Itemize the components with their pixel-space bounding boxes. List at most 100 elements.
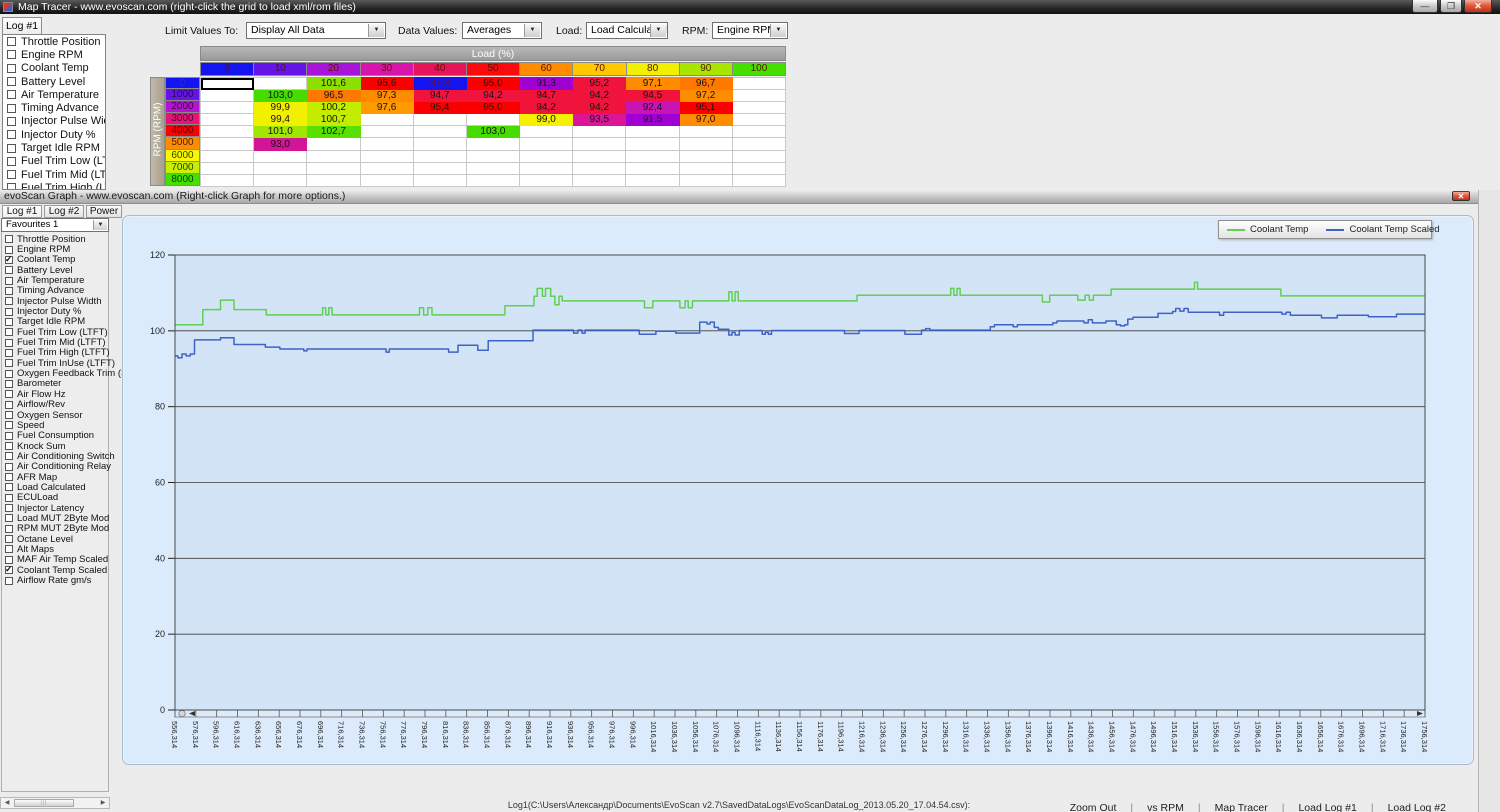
map-cell[interactable]: [573, 150, 626, 162]
map-cell[interactable]: [201, 138, 254, 150]
checkbox-icon[interactable]: [5, 525, 13, 533]
map-cell[interactable]: [732, 114, 785, 126]
chevron-down-icon[interactable]: ▼: [650, 24, 666, 37]
checkbox-icon[interactable]: [5, 256, 13, 264]
axis-scroll-right-icon[interactable]: [1417, 711, 1423, 716]
map-cell[interactable]: [307, 174, 360, 186]
map-parameter-item[interactable]: Target Idle RPM: [3, 141, 105, 154]
checkbox-icon[interactable]: [5, 359, 13, 367]
map-cell[interactable]: [360, 162, 413, 174]
coolant-temp-chart[interactable]: 020406080100120556,314576,314596,314616,…: [130, 250, 1440, 765]
map-cell[interactable]: [573, 138, 626, 150]
map-cell[interactable]: [360, 126, 413, 138]
checkbox-icon[interactable]: [5, 442, 13, 450]
map-cell[interactable]: 94,5: [626, 90, 679, 102]
map-cell[interactable]: [254, 174, 307, 186]
checkbox-icon[interactable]: [5, 235, 13, 243]
map-cell[interactable]: 96,5: [307, 90, 360, 102]
graph-parameter-item[interactable]: Fuel Trim High (LTFT): [2, 348, 108, 358]
graph-parameter-item[interactable]: Fuel Consumption: [2, 431, 108, 441]
checkbox-icon[interactable]: [5, 556, 13, 564]
checkbox-icon[interactable]: [5, 349, 13, 357]
checkbox-icon[interactable]: [5, 514, 13, 522]
map-cell[interactable]: 95,2: [573, 78, 626, 90]
map-cell[interactable]: [466, 162, 519, 174]
chevron-down-icon[interactable]: ▼: [93, 220, 107, 230]
checkbox-icon[interactable]: [5, 277, 13, 285]
graph-parameter-item[interactable]: Fuel Trim Low (LTFT): [2, 327, 108, 337]
map-cell[interactable]: [626, 162, 679, 174]
map-cell[interactable]: 101,0: [254, 126, 307, 138]
map-cell[interactable]: [201, 150, 254, 162]
map-cell[interactable]: 95,0: [466, 102, 519, 114]
graph-parameter-item[interactable]: AFR Map: [2, 472, 108, 482]
checkbox-icon[interactable]: [5, 401, 13, 409]
map-cell[interactable]: [679, 138, 732, 150]
graph-parameter-item[interactable]: Airflow/Rev: [2, 400, 108, 410]
map-parameter-item[interactable]: Throttle Position: [3, 35, 105, 48]
checkbox-icon[interactable]: [5, 494, 13, 502]
map-cell[interactable]: 91,5: [626, 114, 679, 126]
map-cell[interactable]: 91,3: [520, 78, 573, 90]
load-dropdown[interactable]: Load Calculated▼: [586, 22, 668, 39]
map-parameter-item[interactable]: Battery Level: [3, 75, 105, 88]
graph-parameter-item[interactable]: RPM MUT 2Byte Mod: [2, 524, 108, 534]
map-cell[interactable]: [254, 78, 307, 90]
checkbox-icon[interactable]: [7, 104, 16, 113]
checkbox-icon[interactable]: [5, 535, 13, 543]
map-tracer-titlebar[interactable]: Map Tracer - www.evoscan.com (right-clic…: [0, 0, 1500, 14]
map-cell[interactable]: [573, 162, 626, 174]
graph-parameter-item[interactable]: Air Conditioning Relay: [2, 462, 108, 472]
checkbox-icon[interactable]: [7, 37, 16, 46]
graph-parameter-item[interactable]: Fuel Trim Mid (LTFT): [2, 337, 108, 347]
graph-parameter-item[interactable]: Target Idle RPM: [2, 317, 108, 327]
map-cell[interactable]: 97,1: [626, 78, 679, 90]
checkbox-icon[interactable]: [5, 473, 13, 481]
map-cell[interactable]: [413, 150, 466, 162]
favourites-dropdown[interactable]: Favourites 1▼: [1, 218, 109, 232]
map-cell[interactable]: [732, 138, 785, 150]
map-cell[interactable]: [466, 138, 519, 150]
graph-parameter-item[interactable]: Fuel Trim InUse (LTFT): [2, 358, 108, 368]
map-parameter-item[interactable]: Injector Pulse Width: [3, 115, 105, 128]
checkbox-icon[interactable]: [7, 64, 16, 73]
graph-parameter-item[interactable]: Load Calculated: [2, 482, 108, 492]
map-cell[interactable]: [732, 150, 785, 162]
map-cell[interactable]: [520, 138, 573, 150]
graph-parameter-item[interactable]: Air Flow Hz: [2, 389, 108, 399]
footer-button-map-tracer[interactable]: Map Tracer: [1201, 802, 1282, 812]
map-cell[interactable]: 102,7: [307, 126, 360, 138]
map-cell[interactable]: [254, 162, 307, 174]
axis-scroll-left-icon[interactable]: [189, 711, 195, 716]
map-cell[interactable]: [413, 162, 466, 174]
close-button[interactable]: ✕: [1464, 0, 1492, 13]
map-cell[interactable]: 99,0: [520, 114, 573, 126]
checkbox-icon[interactable]: [5, 577, 13, 585]
checkbox-icon[interactable]: [7, 117, 16, 126]
map-cell[interactable]: 103,0: [466, 126, 519, 138]
checkbox-icon[interactable]: [5, 308, 13, 316]
map-cell[interactable]: 94,2: [466, 90, 519, 102]
graph-parameter-item[interactable]: Battery Level: [2, 265, 108, 275]
checkbox-icon[interactable]: [5, 339, 13, 347]
map-parameter-item[interactable]: Injector Duty %: [3, 128, 105, 141]
map-cell[interactable]: [732, 78, 785, 90]
graph-parameter-item[interactable]: Injector Latency: [2, 503, 108, 513]
map-parameter-item[interactable]: Fuel Trim Low (LTFT): [3, 155, 105, 168]
footer-button-load-log-1[interactable]: Load Log #1: [1284, 802, 1370, 812]
checkbox-icon[interactable]: [7, 144, 16, 153]
map-cell[interactable]: [413, 174, 466, 186]
footer-button-zoom-out[interactable]: Zoom Out: [1056, 802, 1131, 812]
map-cell[interactable]: [201, 90, 254, 102]
map-cell[interactable]: 95,4: [413, 102, 466, 114]
map-cell[interactable]: 95,6: [360, 78, 413, 90]
graph-parameter-item[interactable]: Barometer: [2, 379, 108, 389]
map-cell[interactable]: 94,7: [413, 90, 466, 102]
map-cell[interactable]: 94,2: [520, 102, 573, 114]
graph-parameter-item[interactable]: Oxygen Feedback Trim (S: [2, 368, 108, 378]
checkbox-icon[interactable]: [5, 545, 13, 553]
map-cell[interactable]: 93,5: [573, 114, 626, 126]
map-cell[interactable]: 97,0: [679, 114, 732, 126]
map-cell[interactable]: [626, 138, 679, 150]
map-cell[interactable]: [626, 174, 679, 186]
